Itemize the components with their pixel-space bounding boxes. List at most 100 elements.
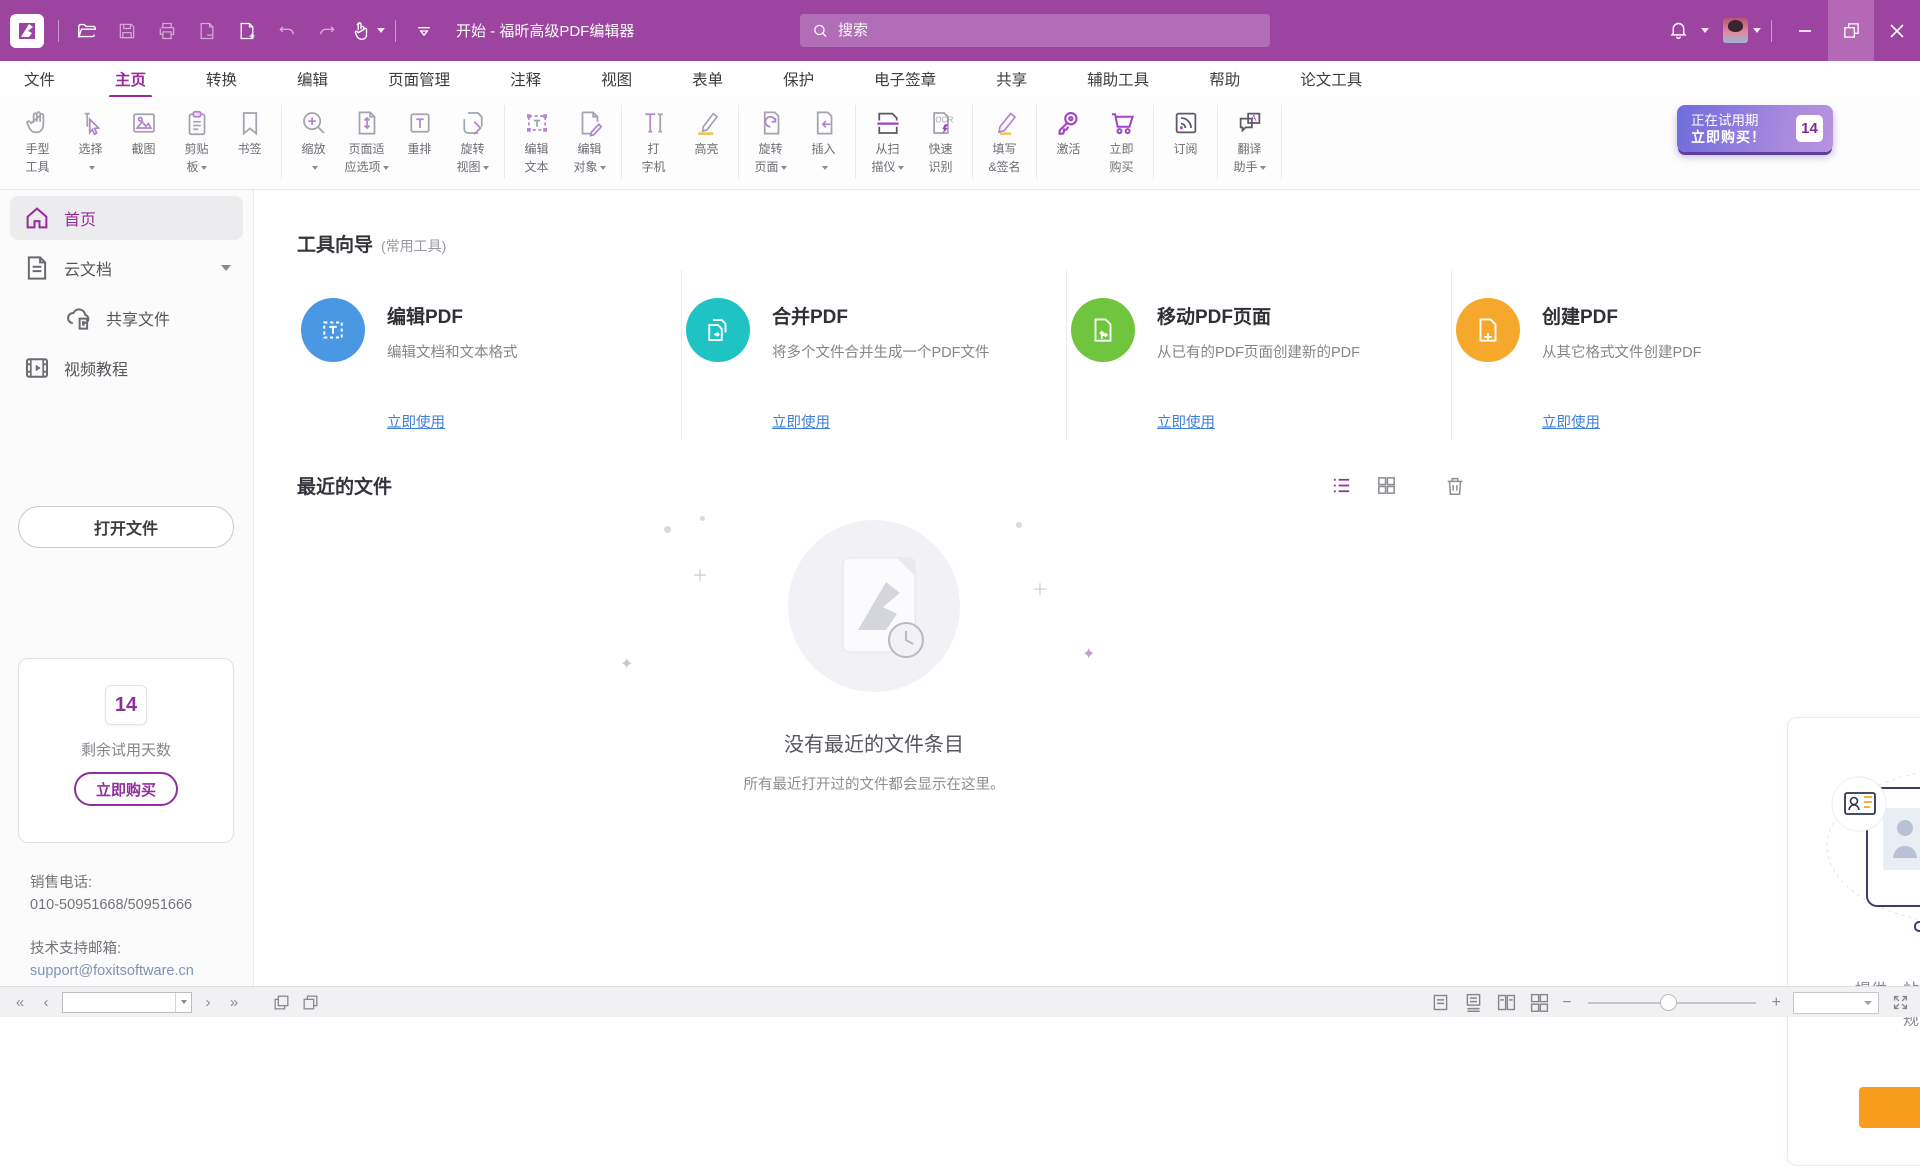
- trial-badge-line2: 立即购买！: [1691, 129, 1766, 145]
- ribbon-tool-typewriter[interactable]: 打字机: [627, 105, 680, 175]
- collapse-ribbon-icon[interactable]: [406, 13, 442, 49]
- clipboard-icon: [182, 107, 212, 139]
- notification-dropdown[interactable]: [1701, 28, 1709, 33]
- last-page-button[interactable]: »: [224, 994, 244, 1011]
- ribbon-tool-reflow[interactable]: 重排: [393, 105, 446, 157]
- prev-page-button[interactable]: ‹: [36, 994, 56, 1011]
- trash-icon[interactable]: [1444, 475, 1466, 497]
- ribbon-tool-fill-sign[interactable]: 填写&签名: [978, 105, 1031, 175]
- menu-item-页面管理[interactable]: 页面管理: [386, 62, 452, 96]
- close-button[interactable]: [1874, 0, 1920, 61]
- menu-item-保护[interactable]: 保护: [781, 62, 816, 96]
- menu-item-文件[interactable]: 文件: [22, 62, 57, 96]
- avatar[interactable]: [1723, 18, 1748, 43]
- delete-page-icon[interactable]: [189, 13, 225, 49]
- cascade-pages-icon[interactable]: [301, 993, 320, 1012]
- chevron-down-icon[interactable]: [221, 265, 231, 271]
- sidebar-item-video-tutorials[interactable]: 视频教程: [10, 346, 243, 390]
- menu-item-共享[interactable]: 共享: [994, 62, 1029, 96]
- open-file-button[interactable]: 打开文件: [18, 506, 234, 548]
- single-page-view-icon[interactable]: [1430, 992, 1451, 1013]
- ribbon-group: 打字机高亮: [622, 105, 739, 179]
- ribbon-tool-fit-page[interactable]: 页面适应选项: [340, 105, 393, 175]
- ribbon-group: 缩放页面适应选项重排旋转视图: [282, 105, 505, 179]
- ribbon-tool-ocr[interactable]: OCR快速识别: [914, 105, 967, 175]
- ribbon-tool-select[interactable]: 选择: [64, 105, 117, 175]
- search-input[interactable]: [838, 22, 1258, 39]
- redo-icon[interactable]: [309, 13, 345, 49]
- menu-item-主页[interactable]: 主页: [113, 62, 148, 96]
- use-now-link[interactable]: 立即使用: [772, 411, 830, 432]
- trial-badge[interactable]: 正在试用期 立即购买！ 14: [1677, 105, 1833, 152]
- menu-item-编辑[interactable]: 编辑: [295, 62, 330, 96]
- facing-view-icon[interactable]: [1496, 992, 1517, 1013]
- ribbon-tool-rotate-view[interactable]: 旋转视图: [446, 105, 499, 175]
- list-view-icon[interactable]: [1330, 474, 1353, 497]
- restore-button[interactable]: [1828, 0, 1874, 61]
- page-dropdown-icon[interactable]: [175, 993, 191, 1012]
- search-bar[interactable]: [800, 14, 1270, 47]
- zoom-icon: [299, 107, 329, 139]
- touch-mode-dropdown[interactable]: [377, 28, 385, 33]
- sidebar-item-cloud-docs[interactable]: 云文档: [10, 246, 243, 290]
- ribbon-tool-hand[interactable]: 手型工具: [11, 105, 64, 175]
- zoom-in-button[interactable]: +: [1772, 994, 1781, 1012]
- zoom-level-combo[interactable]: [1793, 992, 1879, 1014]
- snapshot-pages-icon[interactable]: [272, 993, 291, 1012]
- buy-now-button[interactable]: 立即购买: [74, 772, 178, 806]
- sidebar-item-home[interactable]: 首页: [10, 196, 243, 240]
- ribbon-tool-bookmark[interactable]: 书签: [223, 105, 276, 157]
- use-now-link[interactable]: 立即使用: [1542, 411, 1600, 432]
- ribbon-tool-edit-text[interactable]: 编辑文本: [510, 105, 563, 175]
- page-number-input[interactable]: [63, 995, 175, 1009]
- touch-mode-icon[interactable]: [349, 13, 385, 49]
- create-pdf-icon: [1456, 298, 1520, 362]
- minimize-button[interactable]: [1782, 0, 1828, 61]
- menu-item-电子签章[interactable]: 电子签章: [872, 62, 938, 96]
- facing-continuous-view-icon[interactable]: [1529, 992, 1550, 1013]
- ribbon-tool-insert[interactable]: 插入: [797, 105, 850, 175]
- ribbon-tool-zoom[interactable]: 缩放: [287, 105, 340, 175]
- use-now-link[interactable]: 立即使用: [1157, 411, 1215, 432]
- ribbon-tool-clipboard[interactable]: 剪贴板: [170, 105, 223, 175]
- menu-item-论文工具[interactable]: 论文工具: [1298, 62, 1364, 96]
- undo-icon[interactable]: [269, 13, 305, 49]
- ribbon-tool-cart[interactable]: 立即购买: [1095, 105, 1148, 175]
- ribbon-tool-subscribe[interactable]: 订阅: [1159, 105, 1212, 157]
- zoom-slider-thumb[interactable]: [1660, 994, 1677, 1011]
- zoom-slider[interactable]: [1588, 1002, 1756, 1004]
- sidebar-item-shared-files[interactable]: 共享文件: [52, 296, 243, 340]
- learn-more-button[interactable]: 了解详情: [1859, 1087, 1920, 1128]
- menu-item-辅助工具[interactable]: 辅助工具: [1085, 62, 1151, 96]
- menu-item-视图[interactable]: 视图: [599, 62, 634, 96]
- grid-view-icon[interactable]: [1375, 474, 1398, 497]
- next-page-button[interactable]: ›: [198, 994, 218, 1011]
- zoom-out-button[interactable]: −: [1562, 994, 1571, 1012]
- account-dropdown[interactable]: [1753, 28, 1761, 33]
- add-page-icon[interactable]: [229, 13, 265, 49]
- ribbon-tool-highlight[interactable]: 高亮: [680, 105, 733, 157]
- continuous-view-icon[interactable]: [1463, 992, 1484, 1013]
- ribbon-tool-rotate-pages[interactable]: 旋转页面: [744, 105, 797, 175]
- save-icon[interactable]: [109, 13, 145, 49]
- first-page-button[interactable]: «: [10, 994, 30, 1011]
- ribbon-tool-edit-object[interactable]: 编辑对象: [563, 105, 616, 175]
- ribbon-tool-activate[interactable]: 激活: [1042, 105, 1095, 157]
- ribbon-tool-scanner[interactable]: 从扫描仪: [861, 105, 914, 175]
- fullscreen-icon[interactable]: [1891, 993, 1910, 1012]
- menu-item-注释[interactable]: 注释: [508, 62, 543, 96]
- page-number-field[interactable]: [62, 992, 192, 1013]
- print-icon[interactable]: [149, 13, 185, 49]
- use-now-link[interactable]: 立即使用: [387, 411, 445, 432]
- menu-item-帮助[interactable]: 帮助: [1207, 62, 1242, 96]
- notification-bell-icon[interactable]: [1660, 13, 1696, 49]
- ribbon-tool-snapshot[interactable]: 截图: [117, 105, 170, 157]
- tool-card-move-pdf-pages: 移动PDF页面从已有的PDF页面创建新的PDF立即使用: [1067, 270, 1452, 440]
- bookmark-icon: [235, 107, 265, 139]
- open-folder-icon[interactable]: [69, 13, 105, 49]
- ribbon-tool-translate[interactable]: A翻译助手: [1223, 105, 1276, 175]
- menu-item-表单[interactable]: 表单: [690, 62, 725, 96]
- support-email-link[interactable]: support@foxitsoftware.cn: [30, 960, 194, 982]
- menu-item-转换[interactable]: 转换: [204, 62, 239, 96]
- tool-card-edit-pdf: 编辑PDF编辑文档和文本格式立即使用: [297, 270, 682, 440]
